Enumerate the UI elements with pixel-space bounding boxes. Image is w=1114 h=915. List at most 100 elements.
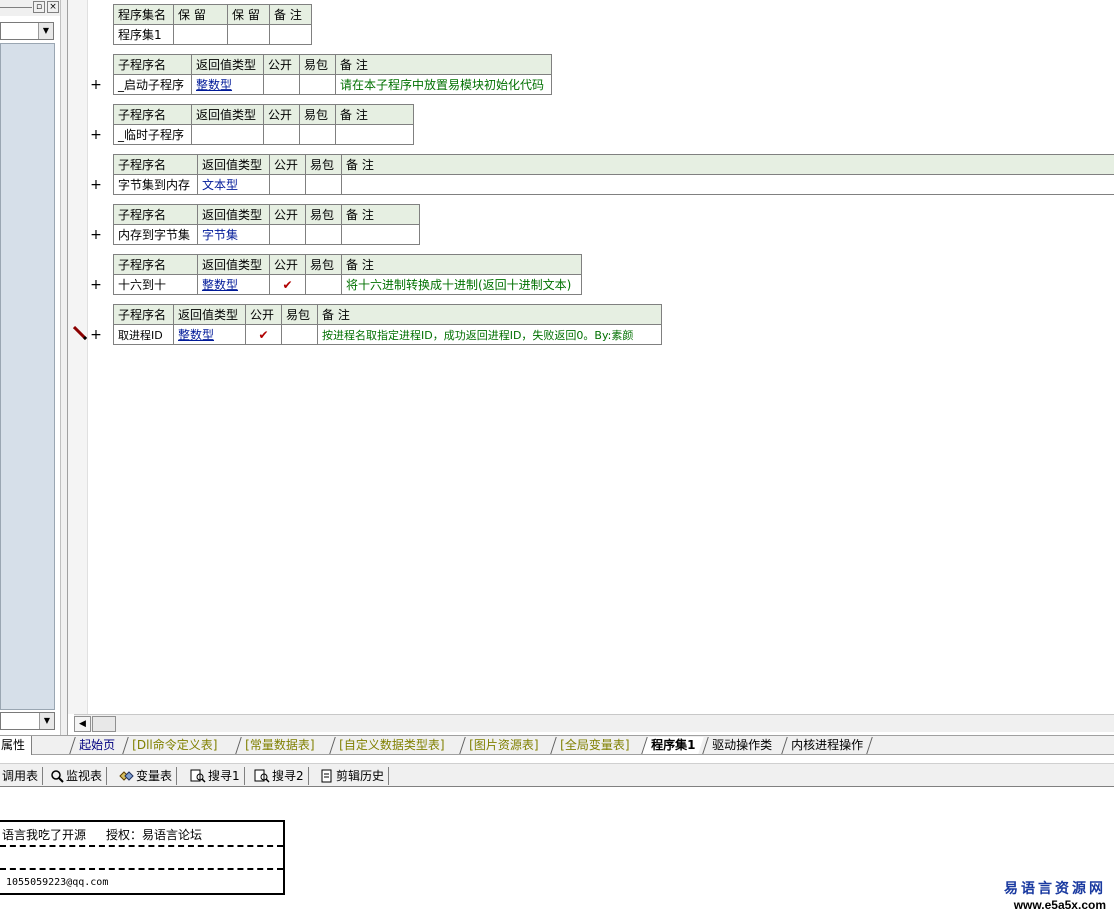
- header-cell: 子程序名: [113, 204, 198, 225]
- tab-assembly1[interactable]: 程序集1: [641, 737, 705, 754]
- public-cell[interactable]: [263, 124, 300, 145]
- header-cell: 备 注: [269, 4, 312, 25]
- tab-image-resources[interactable]: [图片资源表]: [459, 737, 548, 754]
- expand-button[interactable]: +: [90, 278, 102, 292]
- package-cell[interactable]: [305, 174, 342, 195]
- subroutine-name-cell[interactable]: 内存到字节集: [113, 224, 198, 245]
- tab-label: 驱动操作类: [712, 738, 773, 752]
- header-cell: 子程序名: [113, 154, 198, 175]
- public-cell[interactable]: [269, 224, 306, 245]
- note-cell[interactable]: [341, 224, 420, 245]
- tool-label: 剪辑历史: [336, 769, 385, 783]
- chevron-down-icon[interactable]: ▼: [39, 713, 54, 729]
- note-cell[interactable]: 请在本子程序中放置易模块初始化代码: [335, 74, 552, 95]
- return-type-cell[interactable]: 文本型: [197, 174, 270, 195]
- package-cell[interactable]: [299, 124, 336, 145]
- subroutine-table: 子程序名 返回值类型 公开 易包 备 注 取进程ID 整数型 ✔ 按进程名取指定…: [113, 304, 662, 345]
- variable-icon: [119, 771, 134, 781]
- subroutine-name-cell[interactable]: _启动子程序: [113, 74, 192, 95]
- package-cell[interactable]: [305, 224, 342, 245]
- note-cell[interactable]: 将十六进制转换成十进制(返回十进制文本): [341, 274, 582, 295]
- tool-label: 调用表: [2, 769, 39, 783]
- subroutine-table: 子程序名 返回值类型 公开 易包 备 注 _临时子程序: [113, 104, 414, 145]
- header-cell: 易包: [305, 154, 342, 175]
- subroutine-table: 子程序名 返回值类型 公开 易包 备 注 内存到字节集 字节集: [113, 204, 420, 245]
- package-cell[interactable]: [281, 324, 318, 345]
- left-panel-dropdown[interactable]: ▼: [0, 22, 54, 40]
- close-icon[interactable]: ×: [47, 1, 59, 13]
- assembly-name-cell[interactable]: 程序集1: [113, 24, 174, 45]
- subroutine-name-cell[interactable]: _临时子程序: [113, 124, 192, 145]
- package-cell[interactable]: [305, 274, 342, 295]
- public-cell[interactable]: [263, 74, 300, 95]
- header-cell: 公开: [269, 254, 306, 275]
- tab-kernel-process[interactable]: 内核进程操作: [781, 737, 873, 754]
- tab-constants[interactable]: [常量数据表]: [235, 737, 324, 754]
- package-cell[interactable]: [299, 74, 336, 95]
- note-cell[interactable]: [341, 174, 1114, 195]
- public-cell[interactable]: [269, 174, 306, 195]
- tab-start-page[interactable]: 起始页: [69, 737, 124, 754]
- header-cell: 返回值类型: [197, 254, 270, 275]
- return-type-cell[interactable]: 整数型: [173, 324, 246, 345]
- restore-icon[interactable]: ▫: [33, 1, 45, 13]
- clip-history-tab[interactable]: 剪辑历史: [320, 767, 390, 785]
- watch-table-tab[interactable]: 监视表: [50, 767, 108, 785]
- header-cell: 公开: [269, 204, 306, 225]
- expand-button[interactable]: +: [90, 128, 102, 142]
- call-table-tab[interactable]: 调用表: [2, 767, 44, 785]
- tab-custom-types[interactable]: [自定义数据类型表]: [329, 737, 454, 754]
- return-type-cell[interactable]: 整数型: [197, 274, 270, 295]
- header-cell: 备 注: [335, 54, 552, 75]
- assembly-cell[interactable]: [227, 24, 270, 45]
- tool-label: 监视表: [66, 769, 103, 783]
- tab-driver-class[interactable]: 驱动操作类: [702, 737, 781, 754]
- header-cell: 保 留: [173, 4, 228, 25]
- return-type-cell[interactable]: 整数型: [191, 74, 264, 95]
- pencil-icon: [73, 326, 87, 340]
- tab-label: [图片资源表]: [469, 738, 539, 752]
- code-editor[interactable]: 程序集名 保 留 保 留 备 注 程序集1 + 子程序名 返回值类型 公开 易包…: [68, 0, 1114, 735]
- subroutine-name-cell[interactable]: 取进程ID: [113, 324, 174, 345]
- scroll-left-icon[interactable]: ◀: [74, 716, 91, 732]
- return-type-cell[interactable]: 字节集: [197, 224, 270, 245]
- header-cell: 备 注: [317, 304, 662, 325]
- assembly-cell[interactable]: [173, 24, 228, 45]
- expand-button[interactable]: +: [90, 178, 102, 192]
- subroutine-table: 子程序名 返回值类型 公开 易包 备 注 字节集到内存 文本型: [113, 154, 1114, 195]
- tool-label: 搜寻1: [208, 769, 240, 783]
- watermark-url: www.e5a5x.com: [1013, 898, 1106, 912]
- horizontal-scrollbar[interactable]: ◀: [74, 714, 1114, 732]
- variable-table-tab[interactable]: 变量表: [118, 767, 178, 785]
- subroutine-name-cell[interactable]: 字节集到内存: [113, 174, 198, 195]
- expand-button[interactable]: +: [90, 78, 102, 92]
- tab-global-variables[interactable]: [全局变量表]: [550, 737, 639, 754]
- return-type-cell[interactable]: [191, 124, 264, 145]
- output-box: 语言我吃了开源 授权：易语言论坛 1055059223@qq.com: [0, 820, 285, 895]
- magnifier-icon: [51, 770, 64, 783]
- subroutine-name-cell[interactable]: 十六到十: [113, 274, 198, 295]
- output-email: 1055059223@qq.com: [6, 877, 109, 888]
- expand-button[interactable]: +: [90, 328, 102, 342]
- assembly-note-cell[interactable]: [269, 24, 312, 45]
- scrollbar-thumb[interactable]: [92, 716, 116, 732]
- public-checkmark-icon[interactable]: ✔: [269, 274, 306, 295]
- public-checkmark-icon[interactable]: ✔: [245, 324, 282, 345]
- tab-dll-commands[interactable]: [Dll命令定义表]: [122, 737, 227, 754]
- property-dropdown[interactable]: ▼: [0, 712, 55, 730]
- header-cell: 返回值类型: [173, 304, 246, 325]
- note-cell[interactable]: 按进程名取指定进程ID，成功返回进程ID，失败返回0。By:素颜: [317, 324, 662, 345]
- chevron-down-icon[interactable]: ▼: [38, 23, 53, 39]
- expand-button[interactable]: +: [90, 228, 102, 242]
- tab-properties[interactable]: 属性: [0, 736, 32, 755]
- panel-splitter[interactable]: [60, 0, 68, 735]
- note-cell[interactable]: [335, 124, 414, 145]
- header-cell: 易包: [281, 304, 318, 325]
- project-tree[interactable]: [0, 43, 55, 710]
- left-panel: ▫ × ▼ ▼: [0, 0, 60, 735]
- search2-tab[interactable]: 搜寻2: [254, 767, 309, 785]
- tab-label: 内核进程操作: [791, 738, 864, 752]
- tab-label: [常量数据表]: [245, 738, 315, 752]
- header-cell: 备 注: [341, 254, 582, 275]
- search1-tab[interactable]: 搜寻1: [190, 767, 245, 785]
